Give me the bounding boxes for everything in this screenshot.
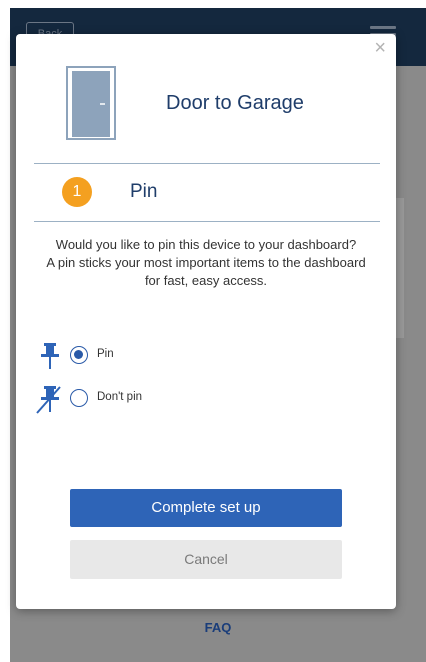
option-dont-pin[interactable]: Don't pin [34, 384, 184, 414]
complete-setup-button[interactable]: Complete set up [70, 489, 342, 527]
description-line-2: A pin sticks your most important items t… [46, 255, 366, 288]
pin-device-modal: × Door to Garage 1 Pin Would you like to… [16, 34, 396, 609]
step-title: Pin [130, 181, 158, 202]
pin-icon [41, 343, 59, 369]
door-icon [66, 66, 116, 140]
step-number-badge: 1 [62, 177, 92, 207]
faq-link[interactable]: FAQ [10, 620, 426, 635]
dont-pin-radio[interactable] [70, 389, 88, 407]
close-icon[interactable]: × [374, 38, 386, 58]
pin-option-label: Pin [97, 348, 114, 360]
unpin-icon [36, 386, 61, 414]
option-pin[interactable]: Pin [34, 341, 184, 371]
description-text: Would you like to pin this device to you… [46, 236, 366, 290]
cancel-button[interactable]: Cancel [70, 540, 342, 579]
dont-pin-option-label: Don't pin [97, 391, 143, 403]
pin-radio[interactable] [70, 346, 88, 364]
device-name: Door to Garage [166, 92, 304, 114]
divider [34, 163, 380, 164]
description-line-1: Would you like to pin this device to you… [55, 237, 357, 252]
divider [34, 221, 380, 222]
